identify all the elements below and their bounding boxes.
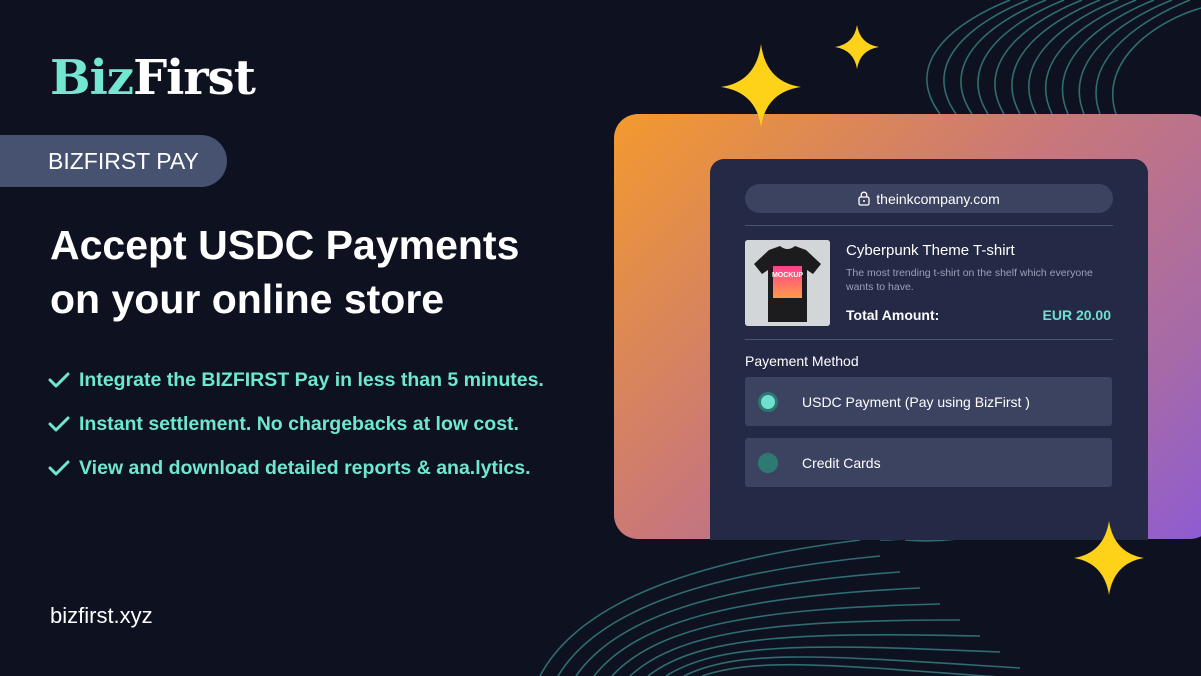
checkout-panel: theinkcompany.com MOCKUP Cyberpunk Theme… [710, 159, 1148, 540]
payment-option-usdc[interactable]: USDC Payment (Pay using BizFirst ) [745, 377, 1112, 426]
feature-list: Integrate the BIZFIRST Pay in less than … [48, 358, 544, 490]
feature-item: Instant settlement. No chargebacks at lo… [48, 402, 544, 446]
wave-lines-top [926, 0, 1201, 115]
product-image: MOCKUP [745, 240, 830, 326]
radio-unselected-icon[interactable] [758, 452, 778, 473]
product-title: Cyberpunk Theme T-shirt [846, 242, 1015, 259]
url-bar[interactable]: theinkcompany.com [745, 184, 1113, 213]
headline-line-2: on your online store [50, 276, 445, 322]
headline: Accept USDC Payments on your online stor… [50, 218, 610, 326]
radio-selected-icon[interactable] [758, 391, 778, 412]
feature-text: View and download detailed reports & ana… [79, 456, 531, 479]
divider [745, 225, 1113, 226]
check-icon [48, 372, 70, 388]
total-amount-label: Total Amount: [846, 307, 940, 323]
url-text: theinkcompany.com [876, 190, 1000, 207]
sparkle-icon [835, 25, 879, 69]
payment-option-label: USDC Payment (Pay using BizFirst ) [802, 393, 1030, 410]
divider [745, 339, 1113, 340]
mockup-label: MOCKUP [772, 272, 803, 279]
tshirt-image: MOCKUP [745, 240, 830, 326]
product-description: The most trending t-shirt on the shelf w… [846, 267, 1093, 293]
total-amount-value: EUR 20.00 [1042, 307, 1111, 323]
payment-option-label: Credit Cards [802, 454, 881, 471]
logo-biz: Biz [50, 50, 134, 106]
logo-first: First [133, 50, 256, 106]
bizfirst-logo: BizFirst [50, 50, 256, 106]
feature-item: View and download detailed reports & ana… [48, 446, 544, 490]
feature-text: Instant settlement. No chargebacks at lo… [79, 412, 519, 435]
check-icon [48, 416, 70, 432]
headline-line-1: Accept USDC Payments [50, 222, 520, 268]
feature-item: Integrate the BIZFIRST Pay in less than … [48, 358, 544, 402]
feature-text: Integrate the BIZFIRST Pay in less than … [79, 368, 544, 391]
website-link[interactable]: bizfirst.xyz [50, 603, 153, 629]
lock-icon [858, 191, 870, 206]
payment-option-credit-cards[interactable]: Credit Cards [745, 438, 1112, 487]
check-icon [48, 460, 70, 476]
payment-method-title: Payement Method [745, 353, 859, 369]
product-tag: BIZFIRST PAY [0, 135, 227, 187]
